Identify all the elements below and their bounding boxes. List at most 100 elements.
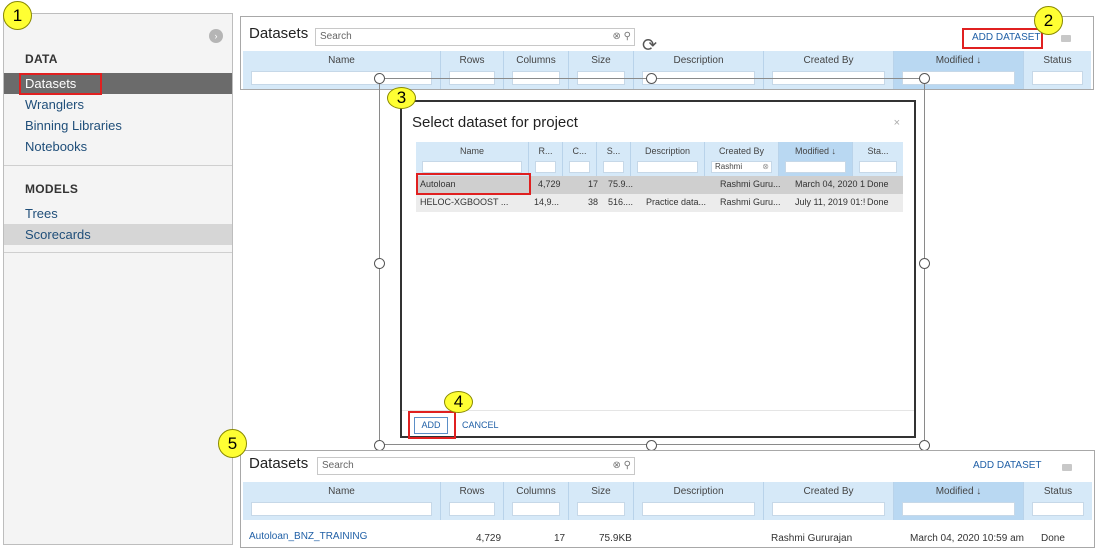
column-header-created-by[interactable]: Created By Rashmi ⊗ bbox=[705, 142, 779, 176]
filter-input[interactable] bbox=[902, 502, 1015, 516]
folder-icon[interactable] bbox=[1062, 464, 1072, 471]
callout-5: 5 bbox=[218, 429, 247, 458]
cell-status: Done bbox=[867, 179, 889, 189]
column-header-rows[interactable]: R... bbox=[529, 142, 563, 176]
filter-input[interactable] bbox=[569, 161, 590, 173]
resize-handle[interactable] bbox=[919, 73, 930, 84]
filter-input[interactable] bbox=[772, 502, 885, 516]
filter-input[interactable] bbox=[512, 502, 560, 516]
callout-3: 3 bbox=[387, 87, 416, 109]
cell-name: HELOC-XGBOOST ... bbox=[420, 197, 509, 207]
search-placeholder: Search bbox=[322, 460, 354, 471]
cell-rows: 4,729 bbox=[538, 179, 561, 189]
column-header-size[interactable]: Size bbox=[569, 482, 634, 520]
filter-input[interactable] bbox=[577, 502, 625, 516]
column-header-size[interactable]: S... bbox=[597, 142, 631, 176]
column-header-modified[interactable]: Modified ↓ bbox=[779, 142, 853, 176]
cell-status: Done bbox=[867, 197, 889, 207]
add-dataset-button[interactable]: ADD DATASET bbox=[973, 460, 1042, 471]
cell-size: 75.9KB bbox=[599, 533, 632, 544]
cell-name[interactable]: Autoloan_BNZ_TRAINING bbox=[249, 531, 367, 542]
column-header-name[interactable]: Name bbox=[416, 142, 529, 176]
column-header-status[interactable]: Status bbox=[1024, 51, 1091, 89]
filter-input[interactable] bbox=[642, 502, 755, 516]
filter-input[interactable] bbox=[1032, 502, 1084, 516]
column-header-status[interactable]: Sta... bbox=[853, 142, 903, 176]
modal-grid-header: Name R... C... S... Description Created … bbox=[416, 142, 903, 176]
cell-description: Practice data... bbox=[646, 197, 707, 207]
data-section-heading: DATA bbox=[25, 52, 58, 66]
filter-input[interactable] bbox=[637, 161, 698, 173]
sidebar-item-scorecards[interactable]: Scorecards bbox=[4, 224, 232, 245]
sidebar: › DATA Datasets Wranglers Binning Librar… bbox=[3, 13, 233, 545]
cell-modified: March 04, 2020 1 bbox=[795, 179, 866, 189]
resize-handle[interactable] bbox=[646, 73, 657, 84]
modal-title: Select dataset for project bbox=[412, 114, 578, 131]
sidebar-divider bbox=[4, 252, 232, 253]
panel-title: Datasets bbox=[249, 25, 309, 42]
cell-cols: 17 bbox=[588, 179, 599, 189]
column-header-rows[interactable]: Rows bbox=[441, 482, 504, 520]
search-input[interactable]: Search ⊗ ⚲ bbox=[315, 28, 635, 46]
autoloan-highlight-box bbox=[416, 173, 531, 195]
sidebar-item-notebooks[interactable]: Notebooks bbox=[4, 136, 232, 157]
cell-rows: 4,729 bbox=[476, 533, 502, 544]
filter-input[interactable] bbox=[603, 161, 624, 173]
sidebar-item-trees[interactable]: Trees bbox=[4, 203, 232, 224]
select-dataset-modal: Select dataset for project × Name R... C… bbox=[400, 100, 916, 439]
cell-created-by: Rashmi Gururajan bbox=[771, 533, 853, 544]
models-section-heading: MODELS bbox=[25, 182, 79, 196]
filter-input[interactable] bbox=[449, 502, 495, 516]
cell-size: 516.... bbox=[608, 197, 634, 207]
panel-title: Datasets bbox=[249, 455, 309, 472]
sidebar-divider bbox=[4, 165, 232, 166]
column-header-status[interactable]: Status bbox=[1024, 482, 1092, 520]
cell-size: 75.9... bbox=[608, 179, 634, 189]
column-header-modified[interactable]: Modified ↓ bbox=[894, 482, 1024, 520]
resize-handle[interactable] bbox=[374, 258, 385, 269]
column-header-columns[interactable]: Columns bbox=[504, 482, 569, 520]
cell-rows: 14,9... bbox=[534, 197, 560, 207]
collapse-sidebar-icon[interactable]: › bbox=[209, 29, 223, 43]
modal-footer-divider bbox=[402, 410, 914, 411]
column-header-columns[interactable]: C... bbox=[563, 142, 597, 176]
datasets-highlight-box bbox=[19, 73, 102, 95]
folder-icon[interactable] bbox=[1061, 35, 1071, 42]
callout-2: 2 bbox=[1034, 6, 1063, 35]
cell-cols: 38 bbox=[588, 197, 599, 207]
search-input[interactable]: Search ⊗ ⚲ bbox=[317, 457, 635, 475]
resize-handle[interactable] bbox=[374, 73, 385, 84]
cell-status: Done bbox=[1041, 533, 1065, 544]
search-icon[interactable]: ⊗ ⚲ bbox=[613, 29, 631, 45]
filter-input[interactable] bbox=[422, 161, 522, 173]
cell-cols: 17 bbox=[554, 533, 566, 544]
resize-handle[interactable] bbox=[919, 258, 930, 269]
filter-input[interactable] bbox=[251, 502, 432, 516]
sidebar-item-binning-libraries[interactable]: Binning Libraries bbox=[4, 115, 232, 136]
add-dataset-highlight-box bbox=[962, 28, 1043, 49]
table-row[interactable]: HELOC-XGBOOST ... 14,9... 38 516.... Pra… bbox=[416, 194, 903, 212]
column-header-created-by[interactable]: Created By bbox=[764, 482, 894, 520]
callout-1: 1 bbox=[3, 1, 32, 30]
filter-input[interactable] bbox=[1032, 71, 1083, 85]
search-placeholder: Search bbox=[320, 31, 352, 42]
sidebar-item-wranglers[interactable]: Wranglers bbox=[4, 94, 232, 115]
column-header-description[interactable]: Description bbox=[631, 142, 705, 176]
column-header-description[interactable]: Description bbox=[634, 482, 764, 520]
filter-input[interactable] bbox=[785, 161, 846, 173]
callout-4: 4 bbox=[444, 391, 473, 413]
created-by-filter-input[interactable]: Rashmi ⊗ bbox=[711, 161, 772, 173]
close-icon[interactable]: × bbox=[894, 117, 900, 129]
cell-created-by: Rashmi Guru... bbox=[720, 197, 781, 207]
search-icon[interactable]: ⊗ ⚲ bbox=[613, 458, 631, 474]
rotate-handle-icon[interactable]: ⟳ bbox=[642, 35, 657, 56]
filter-input[interactable] bbox=[535, 161, 556, 173]
grid-header: Name Rows Columns Size Description Creat… bbox=[243, 482, 1092, 520]
cell-modified: July 11, 2019 01:! bbox=[795, 197, 866, 207]
cancel-button[interactable]: CANCEL bbox=[462, 420, 499, 430]
datasets-panel-bottom: Datasets Search ⊗ ⚲ ADD DATASET Name Row… bbox=[240, 450, 1095, 548]
column-header-name[interactable]: Name bbox=[243, 482, 441, 520]
cell-modified: March 04, 2020 10:59 am bbox=[910, 533, 1024, 544]
filter-input[interactable] bbox=[859, 161, 897, 173]
cell-created-by: Rashmi Guru... bbox=[720, 179, 781, 189]
